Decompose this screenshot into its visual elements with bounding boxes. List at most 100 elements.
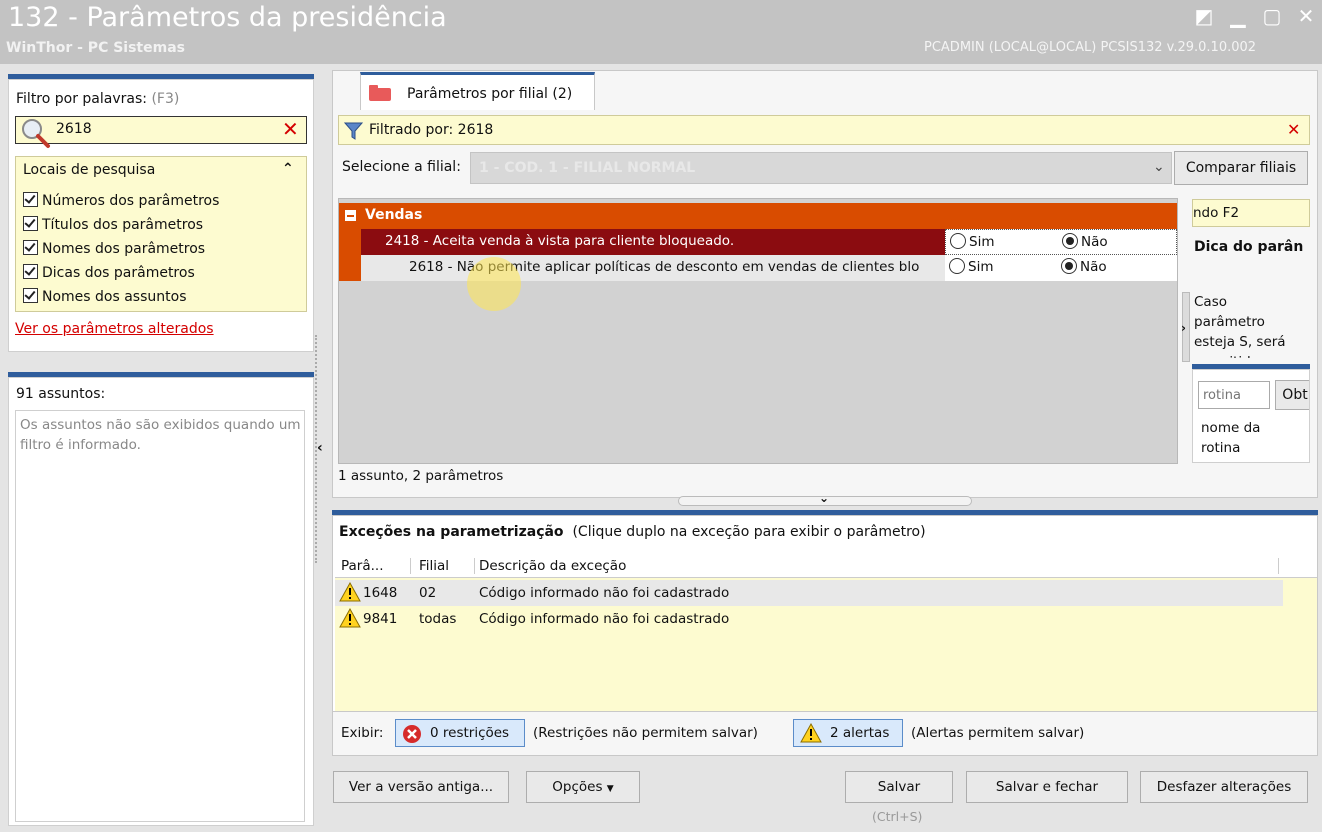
dropdown-arrow-icon: ▼ — [606, 784, 614, 794]
exception-branch: todas — [419, 611, 457, 627]
routine-panel: Obt nome da rotina — [1192, 369, 1310, 463]
save-button[interactable]: Salvar — [845, 771, 953, 803]
title-bar: 132 - Parâmetros da presidência WinThor … — [0, 0, 1322, 64]
collapse-down-icon[interactable]: ⌄ — [819, 491, 829, 505]
exception-row[interactable]: 9841 todas Código informado não foi cada… — [335, 606, 1283, 632]
subjects-note: Os assuntos não são exibidos quando um f… — [20, 417, 301, 453]
grid-status: 1 assunto, 2 parâmetros — [338, 468, 504, 484]
chevron-down-icon[interactable]: ⌄ — [1153, 159, 1165, 175]
exception-row[interactable]: 1648 02 Código informado não foi cadastr… — [335, 580, 1283, 606]
radio-icon[interactable] — [950, 233, 966, 249]
warning-icon — [800, 723, 822, 743]
search-place-names[interactable]: Nomes dos parâmetros — [23, 240, 205, 257]
tip-f2-box: ndo F2 — [1192, 199, 1310, 227]
user-info: PCADMIN (LOCAL@LOCAL) PCSIS132 v.29.0.10… — [924, 40, 1257, 55]
checkbox-icon[interactable] — [23, 240, 38, 255]
radio-selected-icon[interactable] — [1061, 258, 1077, 274]
funnel-icon — [344, 122, 364, 140]
subjects-list[interactable]: Os assuntos não são exibidos quando um f… — [15, 410, 305, 822]
search-place-subjects[interactable]: Nomes dos assuntos — [23, 288, 187, 305]
warning-icon — [339, 582, 361, 602]
checkbox-icon[interactable] — [23, 192, 38, 207]
checkbox-icon[interactable] — [23, 288, 38, 303]
param-row[interactable]: 2418 - Aceita venda à vista para cliente… — [361, 229, 945, 255]
subjects-count: 91 assuntos: — [16, 386, 106, 402]
compare-branches-button[interactable]: Comparar filiais — [1174, 151, 1308, 185]
subjects-panel: 91 assuntos: Os assuntos não são exibido… — [8, 377, 314, 826]
remove-filter-icon[interactable]: ✕ — [1287, 120, 1300, 139]
save-shortcut: (Ctrl+S) — [872, 809, 923, 824]
group-header[interactable]: Vendas — [339, 203, 1177, 229]
filter-bar: Filtrado por: 2618 ✕ — [338, 115, 1310, 145]
collapse-left-icon[interactable]: ‹ — [317, 440, 323, 456]
exception-param: 1648 — [363, 585, 398, 601]
clear-filter-icon[interactable]: ✕ — [282, 117, 299, 141]
exception-param: 9841 — [363, 611, 398, 627]
window-subtitle: WinThor - PC Sistemas — [6, 40, 185, 56]
routine-name: nome da rotina — [1201, 420, 1261, 456]
restrictions-note: (Restrições não permitem salvar) — [533, 725, 758, 741]
expand-right-icon[interactable]: › — [1181, 321, 1186, 335]
tip-f2-text: ndo F2 — [1193, 205, 1240, 221]
routine-input[interactable] — [1198, 381, 1270, 409]
no-radio[interactable]: Não — [1062, 233, 1108, 250]
exceptions-header: Exceções na parametrização (Clique duplo… — [339, 524, 926, 540]
search-icon — [22, 119, 50, 148]
restrictions-label: 0 restrições — [430, 725, 510, 741]
column-param[interactable]: Parâ... — [341, 558, 411, 574]
group-title: Vendas — [365, 207, 423, 223]
branch-select[interactable]: 1 - COD. 1 - FILIAL NORMAL ⌄ — [470, 152, 1172, 184]
collapse-group-icon[interactable] — [345, 210, 356, 221]
param-row[interactable]: 2618 - Não permite aplicar políticas de … — [361, 255, 945, 281]
params-grid: Vendas 2418 - Aceita venda à vista para … — [338, 198, 1178, 464]
search-place-titles[interactable]: Títulos dos parâmetros — [23, 216, 203, 233]
exceptions-panel: Exceções na parametrização (Clique duplo… — [332, 515, 1318, 712]
column-description[interactable]: Descrição da exceção — [479, 558, 1279, 574]
minimize-icon[interactable]: ▁ — [1226, 4, 1250, 28]
restrictions-button[interactable]: 0 restrições — [395, 719, 525, 747]
no-radio[interactable]: Não — [1061, 258, 1107, 275]
undo-changes-button[interactable]: Desfazer alterações — [1140, 771, 1308, 803]
save-close-button[interactable]: Salvar e fechar — [966, 771, 1128, 803]
changed-params-link[interactable]: Ver os parâmetros alterados — [15, 321, 214, 337]
checkbox-icon[interactable] — [23, 216, 38, 231]
branch-label: Selecione a filial: — [342, 159, 461, 175]
exceptions-table: Parâ... Filial Descrição da exceção 1648… — [335, 554, 1317, 711]
alerts-button[interactable]: 2 alertas — [793, 719, 903, 747]
search-place-tips[interactable]: Dicas dos parâmetros — [23, 264, 195, 281]
tip-title: Dica do parân — [1194, 239, 1304, 255]
window-title: 132 - Parâmetros da presidência — [8, 2, 447, 33]
checkbox-icon[interactable] — [23, 264, 38, 279]
collapse-chevron-icon[interactable]: ⌃ — [282, 161, 294, 177]
tip-body: Caso parâmetro esteja S, será permitido — [1194, 294, 1286, 358]
radio-icon[interactable] — [949, 258, 965, 274]
options-button[interactable]: Opções ▼ — [526, 771, 640, 803]
search-place-numbers[interactable]: Números dos parâmetros — [23, 192, 219, 209]
exception-branch: 02 — [419, 585, 437, 601]
restore-icon[interactable]: ◩ — [1192, 4, 1216, 28]
filter-bar-text: Filtrado por: 2618 — [369, 122, 494, 138]
exceptions-table-header: Parâ... Filial Descrição da exceção — [335, 554, 1317, 578]
show-bar: Exibir: 0 restrições (Restrições não per… — [332, 712, 1318, 756]
column-branch[interactable]: Filial — [419, 558, 475, 574]
alerts-label: 2 alertas — [830, 725, 890, 741]
filter-input[interactable]: 2618 — [56, 121, 92, 137]
show-label: Exibir: — [341, 725, 384, 741]
param-row-options: Sim Não — [945, 229, 1177, 255]
tab-params-by-branch[interactable]: Parâmetros por filial (2) — [360, 72, 595, 110]
maximize-icon[interactable]: ▢ — [1260, 4, 1284, 28]
warning-icon — [339, 608, 361, 628]
folder-icon — [369, 85, 391, 101]
old-version-button[interactable]: Ver a versão antiga... — [333, 771, 509, 803]
yes-radio[interactable]: Sim — [949, 258, 993, 275]
yes-radio[interactable]: Sim — [950, 233, 994, 250]
radio-selected-icon[interactable] — [1062, 233, 1078, 249]
alerts-note: (Alertas permitem salvar) — [911, 725, 1085, 741]
filter-input-box[interactable]: 2618 ✕ — [15, 116, 307, 148]
branch-selected: 1 - COD. 1 - FILIAL NORMAL — [479, 160, 696, 176]
exception-description: Código informado não foi cadastrado — [479, 585, 730, 601]
close-icon[interactable]: ✕ — [1294, 4, 1318, 28]
filter-panel: Filtro por palavras: (F3) 2618 ✕ Locais … — [8, 79, 314, 352]
error-icon — [403, 725, 421, 743]
obtain-button[interactable]: Obt — [1275, 380, 1309, 410]
